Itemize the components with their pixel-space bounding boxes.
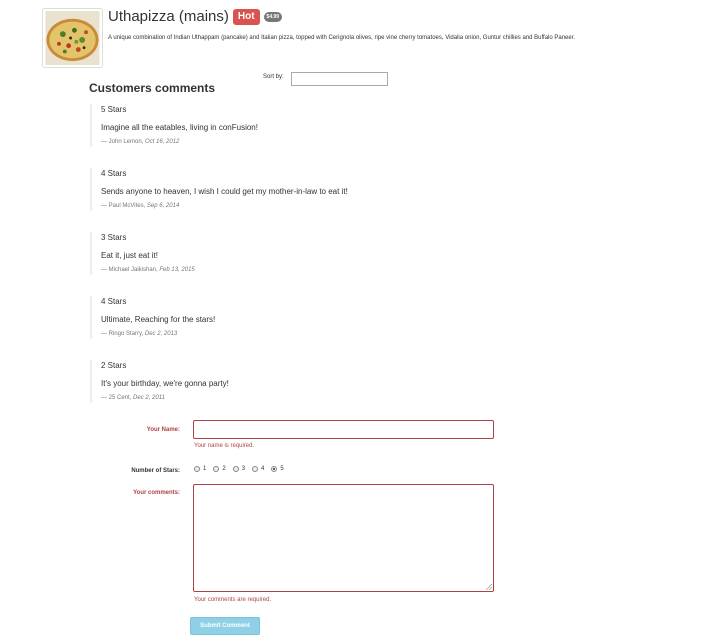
comment-stars: 5 Stars	[101, 105, 127, 114]
hot-label-badge: Hot	[232, 9, 260, 25]
star-option-4[interactable]: 4	[252, 466, 264, 472]
pizza-image	[45, 11, 100, 65]
comment-author: — Michael Jaikishan,	[101, 267, 158, 273]
comment-stars: 2 Stars	[101, 361, 127, 370]
stars-radio-group: 1 2 3 4 5	[194, 466, 288, 472]
comment-text: Eat it, just eat it!	[101, 251, 158, 260]
comment-author: — Ringo Starry,	[101, 331, 144, 337]
stars-label: Number of Stars:	[131, 468, 180, 474]
comment-item: 4 Stars Ultimate, Reaching for the stars…	[90, 296, 490, 339]
comments-label: Your comments:	[133, 490, 180, 496]
dish-description: A unique combination of Indian Uthappam …	[108, 35, 576, 41]
comment-date: Oct 16, 2012	[145, 139, 180, 145]
comment-item: 4 Stars Sends anyone to heaven, I wish I…	[90, 168, 490, 211]
resize-grip-icon[interactable]	[486, 584, 492, 590]
comment-text: Imagine all the eatables, living in conF…	[101, 123, 258, 132]
comment-footer: — John Lemon, Oct 16, 2012	[101, 137, 490, 147]
star-option-2[interactable]: 2	[213, 466, 226, 472]
star-option-label: 1	[203, 466, 207, 472]
star-option-1[interactable]: 1	[194, 466, 206, 472]
star-option-label: 2	[222, 466, 226, 472]
comment-date: Dec 2, 2013	[144, 331, 178, 337]
star-option-3[interactable]: 3	[232, 466, 246, 472]
star-option-label: 3	[241, 466, 246, 472]
radio-button[interactable]	[213, 466, 220, 472]
radio-button[interactable]	[194, 466, 200, 472]
comment-text: It's your birthday, we're gonna party!	[101, 379, 229, 388]
comment-stars: 3 Stars	[101, 233, 127, 242]
comment-date: Sep 6, 2014	[146, 203, 180, 209]
sort-label: Sort by:	[263, 74, 284, 80]
star-option-5[interactable]: 5	[271, 466, 284, 472]
comment-date: Feb 13, 2015	[159, 267, 195, 273]
comment-item: 2 Stars It's your birthday, we're gonna …	[90, 360, 490, 403]
dish-header: Uthapizza (mains) Hot $4.99 A unique com…	[108, 8, 578, 43]
comments-textarea[interactable]	[193, 484, 494, 592]
name-error-text: Your name is required.	[194, 443, 255, 449]
comment-author: — John Lemon,	[101, 139, 144, 145]
comment-text: Ultimate, Reaching for the stars!	[101, 315, 216, 324]
star-option-label: 4	[261, 466, 265, 472]
radio-button[interactable]	[252, 466, 259, 472]
radio-button[interactable]	[271, 466, 278, 472]
radio-button[interactable]	[232, 466, 239, 472]
comment-stars: 4 Stars	[101, 169, 127, 178]
comment-footer: — Ringo Starry, Dec 2, 2013	[101, 329, 490, 339]
name-input[interactable]	[193, 420, 494, 439]
dish-image	[42, 8, 103, 68]
comment-footer: — Paul McVites, Sep 6, 2014	[101, 201, 490, 211]
comments-heading: Customers comments	[89, 81, 216, 95]
comment-footer: — Michael Jaikishan, Feb 13, 2015	[101, 265, 490, 275]
comment-author: — 25 Cent,	[101, 395, 132, 401]
comments-error-text: Your comments are required.	[194, 597, 272, 603]
dish-name: Uthapizza (mains)	[108, 8, 229, 25]
comment-item: 3 Stars Eat it, just eat it! — Michael J…	[90, 232, 490, 275]
comment-stars: 4 Stars	[101, 297, 127, 306]
price-badge: $4.99	[263, 12, 283, 22]
comment-footer: — 25 Cent, Dec 2, 2011	[101, 393, 490, 403]
comment-author: — Paul McVites,	[101, 203, 146, 209]
submit-comment-button[interactable]: Submit Comment	[190, 617, 260, 635]
comment-item: 5 Stars Imagine all the eatables, living…	[90, 104, 490, 147]
star-option-label: 5	[280, 466, 284, 472]
comment-date: Dec 2, 2011	[133, 395, 165, 401]
sort-input[interactable]	[291, 72, 388, 86]
name-label: Your Name:	[146, 427, 180, 433]
comment-text: Sends anyone to heaven, I wish I could g…	[101, 187, 348, 196]
